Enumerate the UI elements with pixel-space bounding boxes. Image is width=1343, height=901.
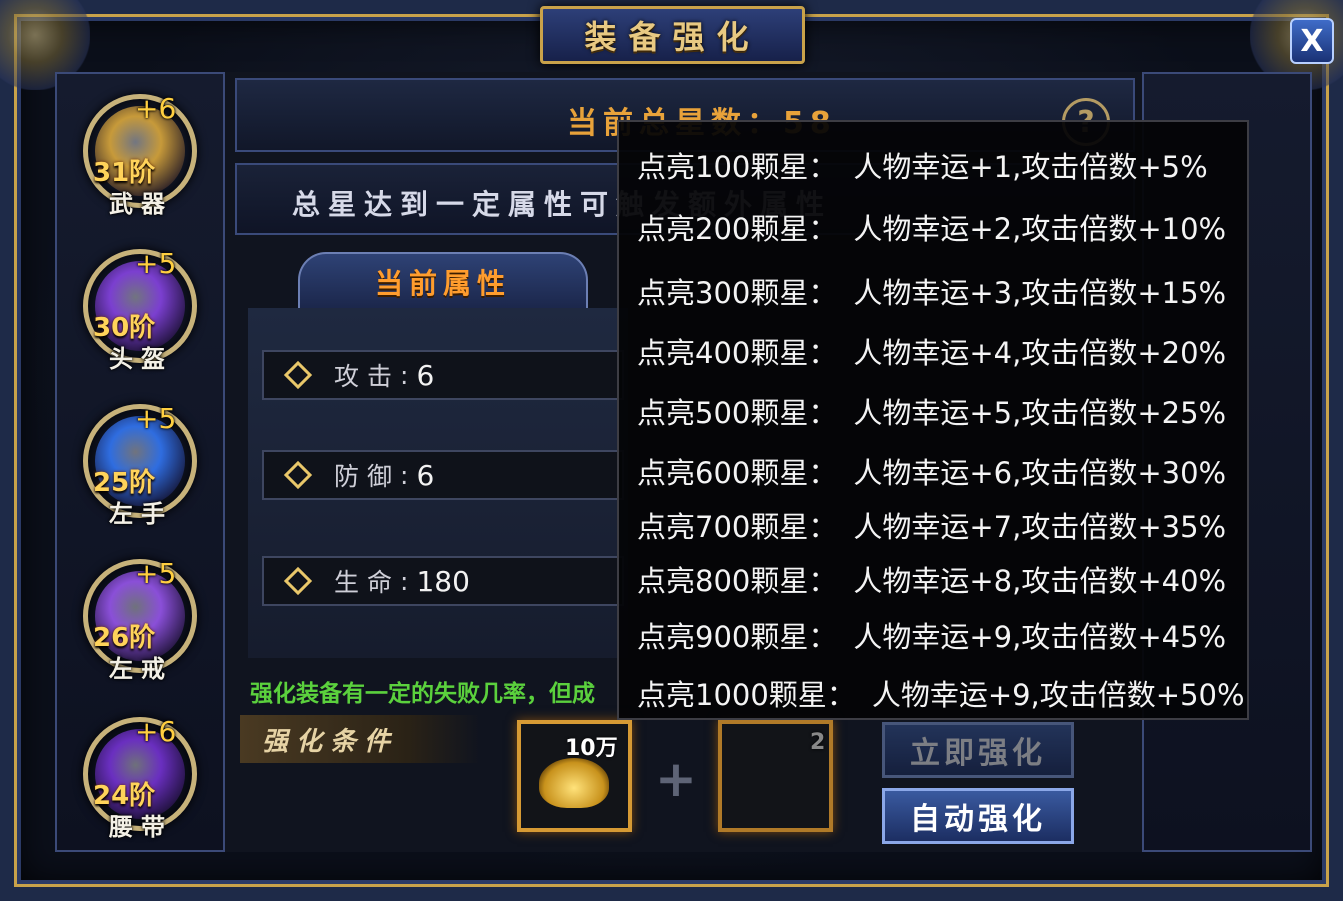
tab-current-attributes-label: 当前属性 [374, 267, 511, 300]
star-bonus: 人物幸运+4,攻击倍数+20% [853, 336, 1227, 370]
star-bonus-line: 点亮200颗星： 人物幸运+2,攻击倍数+10% [637, 206, 1226, 248]
enhance-now-button[interactable]: 立即强化 [882, 722, 1074, 778]
diamond-bullet-icon [283, 566, 313, 596]
star-threshold: 点亮200颗星： [637, 212, 838, 246]
attribute-row-hp: 生命 : 180 [262, 556, 624, 606]
attribute-name: 防御 [334, 462, 401, 491]
star-threshold: 点亮400颗星： [637, 336, 838, 370]
gold-ingot-icon [539, 758, 609, 808]
star-threshold: 点亮100颗星： [637, 150, 838, 184]
gold-cost-slot[interactable]: 10万 [517, 720, 632, 832]
close-button[interactable]: X [1290, 18, 1334, 64]
auto-enhance-button[interactable]: 自动强化 [882, 788, 1074, 844]
equipment-slot-0[interactable]: +6 31阶 武器 [65, 80, 215, 230]
star-threshold: 点亮1000颗星： [637, 678, 856, 712]
equipment-slot-2[interactable]: +5 25阶 左手 [65, 390, 215, 540]
enhance-level: +5 [135, 247, 177, 280]
enhance-level: +6 [135, 92, 177, 125]
enhance-level: +5 [135, 402, 177, 435]
star-threshold: 点亮900颗星： [637, 620, 838, 654]
attribute-name: 攻击 [334, 362, 401, 391]
window-title: 装备强化 [584, 18, 761, 56]
equipment-slot-1[interactable]: +5 30阶 头盔 [65, 235, 215, 385]
close-icon: X [1300, 23, 1324, 59]
attribute-colon: : [400, 566, 417, 596]
star-bonus: 人物幸运+9,攻击倍数+50% [871, 678, 1245, 712]
attribute-name: 生命 [334, 568, 401, 597]
star-bonus-line: 点亮800颗星： 人物幸运+8,攻击倍数+40% [637, 558, 1226, 600]
failure-warning-text: 强化装备有一定的失败几率，但成 [250, 681, 595, 707]
star-bonus-line: 点亮700颗星： 人物幸运+7,攻击倍数+35% [637, 504, 1226, 546]
material-cost-slot[interactable]: 2 [718, 720, 833, 832]
attribute-colon: : [400, 460, 417, 490]
enhance-conditions-label: 强化条件 [240, 715, 480, 763]
star-bonus: 人物幸运+2,攻击倍数+10% [853, 212, 1227, 246]
star-bonus-line: 点亮400颗星： 人物幸运+4,攻击倍数+20% [637, 330, 1226, 372]
attribute-value: 180 [416, 564, 470, 598]
star-threshold: 点亮300颗星： [637, 276, 838, 310]
star-bonus: 人物幸运+5,攻击倍数+25% [853, 396, 1227, 430]
diamond-bullet-icon [283, 360, 313, 390]
tab-current-attributes[interactable]: 当前属性 [298, 252, 588, 310]
equipment-slot-name: 武器 [109, 190, 173, 218]
star-bonus-line: 点亮900颗星： 人物幸运+9,攻击倍数+45% [637, 614, 1226, 656]
equipment-slot-4[interactable]: +6 24阶 腰带 [65, 703, 215, 853]
equipment-slot-name: 左戒 [109, 655, 173, 683]
gold-amount: 10万 [565, 736, 618, 761]
material-count: 2 [810, 730, 826, 755]
equipment-slot-3[interactable]: +5 26阶 左戒 [65, 545, 215, 695]
star-threshold: 点亮500颗星： [637, 396, 838, 430]
star-bonus: 人物幸运+8,攻击倍数+40% [853, 564, 1227, 598]
star-bonus: 人物幸运+7,攻击倍数+35% [853, 510, 1227, 544]
equipment-slot-name: 左手 [109, 500, 173, 528]
star-bonus: 人物幸运+3,攻击倍数+15% [853, 276, 1227, 310]
attribute-row-defense: 防御 : 6 [262, 450, 624, 500]
attribute-value: 6 [416, 458, 435, 492]
attribute-row-attack: 攻击 : 6 [262, 350, 624, 400]
star-bonus: 人物幸运+9,攻击倍数+45% [853, 620, 1227, 654]
attribute-value: 6 [416, 358, 435, 392]
star-threshold: 点亮800颗星： [637, 564, 838, 598]
plus-icon: + [655, 750, 697, 808]
star-threshold: 点亮700颗星： [637, 510, 838, 544]
star-bonus-line: 点亮600颗星： 人物幸运+6,攻击倍数+30% [637, 450, 1226, 492]
star-bonus-tooltip: 点亮100颗星： 人物幸运+1,攻击倍数+5% 点亮200颗星： 人物幸运+2,攻击倍… [617, 120, 1249, 720]
star-bonus: 人物幸运+1,攻击倍数+5% [853, 150, 1208, 184]
star-bonus-line: 点亮500颗星： 人物幸运+5,攻击倍数+25% [637, 390, 1226, 432]
attribute-colon: : [400, 360, 417, 390]
star-threshold: 点亮600颗星： [637, 456, 838, 490]
equipment-slot-name: 头盔 [109, 345, 173, 373]
star-bonus-line: 点亮100颗星： 人物幸运+1,攻击倍数+5% [637, 144, 1208, 186]
star-bonus-line: 点亮300颗星： 人物幸运+3,攻击倍数+15% [637, 270, 1226, 312]
window-title-plate: 装备强化 [540, 6, 805, 64]
enhance-level: +5 [135, 557, 177, 590]
diamond-bullet-icon [283, 460, 313, 490]
star-bonus: 人物幸运+6,攻击倍数+30% [853, 456, 1227, 490]
star-bonus-line: 点亮1000颗星： 人物幸运+9,攻击倍数+50% [637, 672, 1245, 714]
equipment-slot-name: 腰带 [109, 813, 173, 841]
enhance-level: +6 [135, 715, 177, 748]
